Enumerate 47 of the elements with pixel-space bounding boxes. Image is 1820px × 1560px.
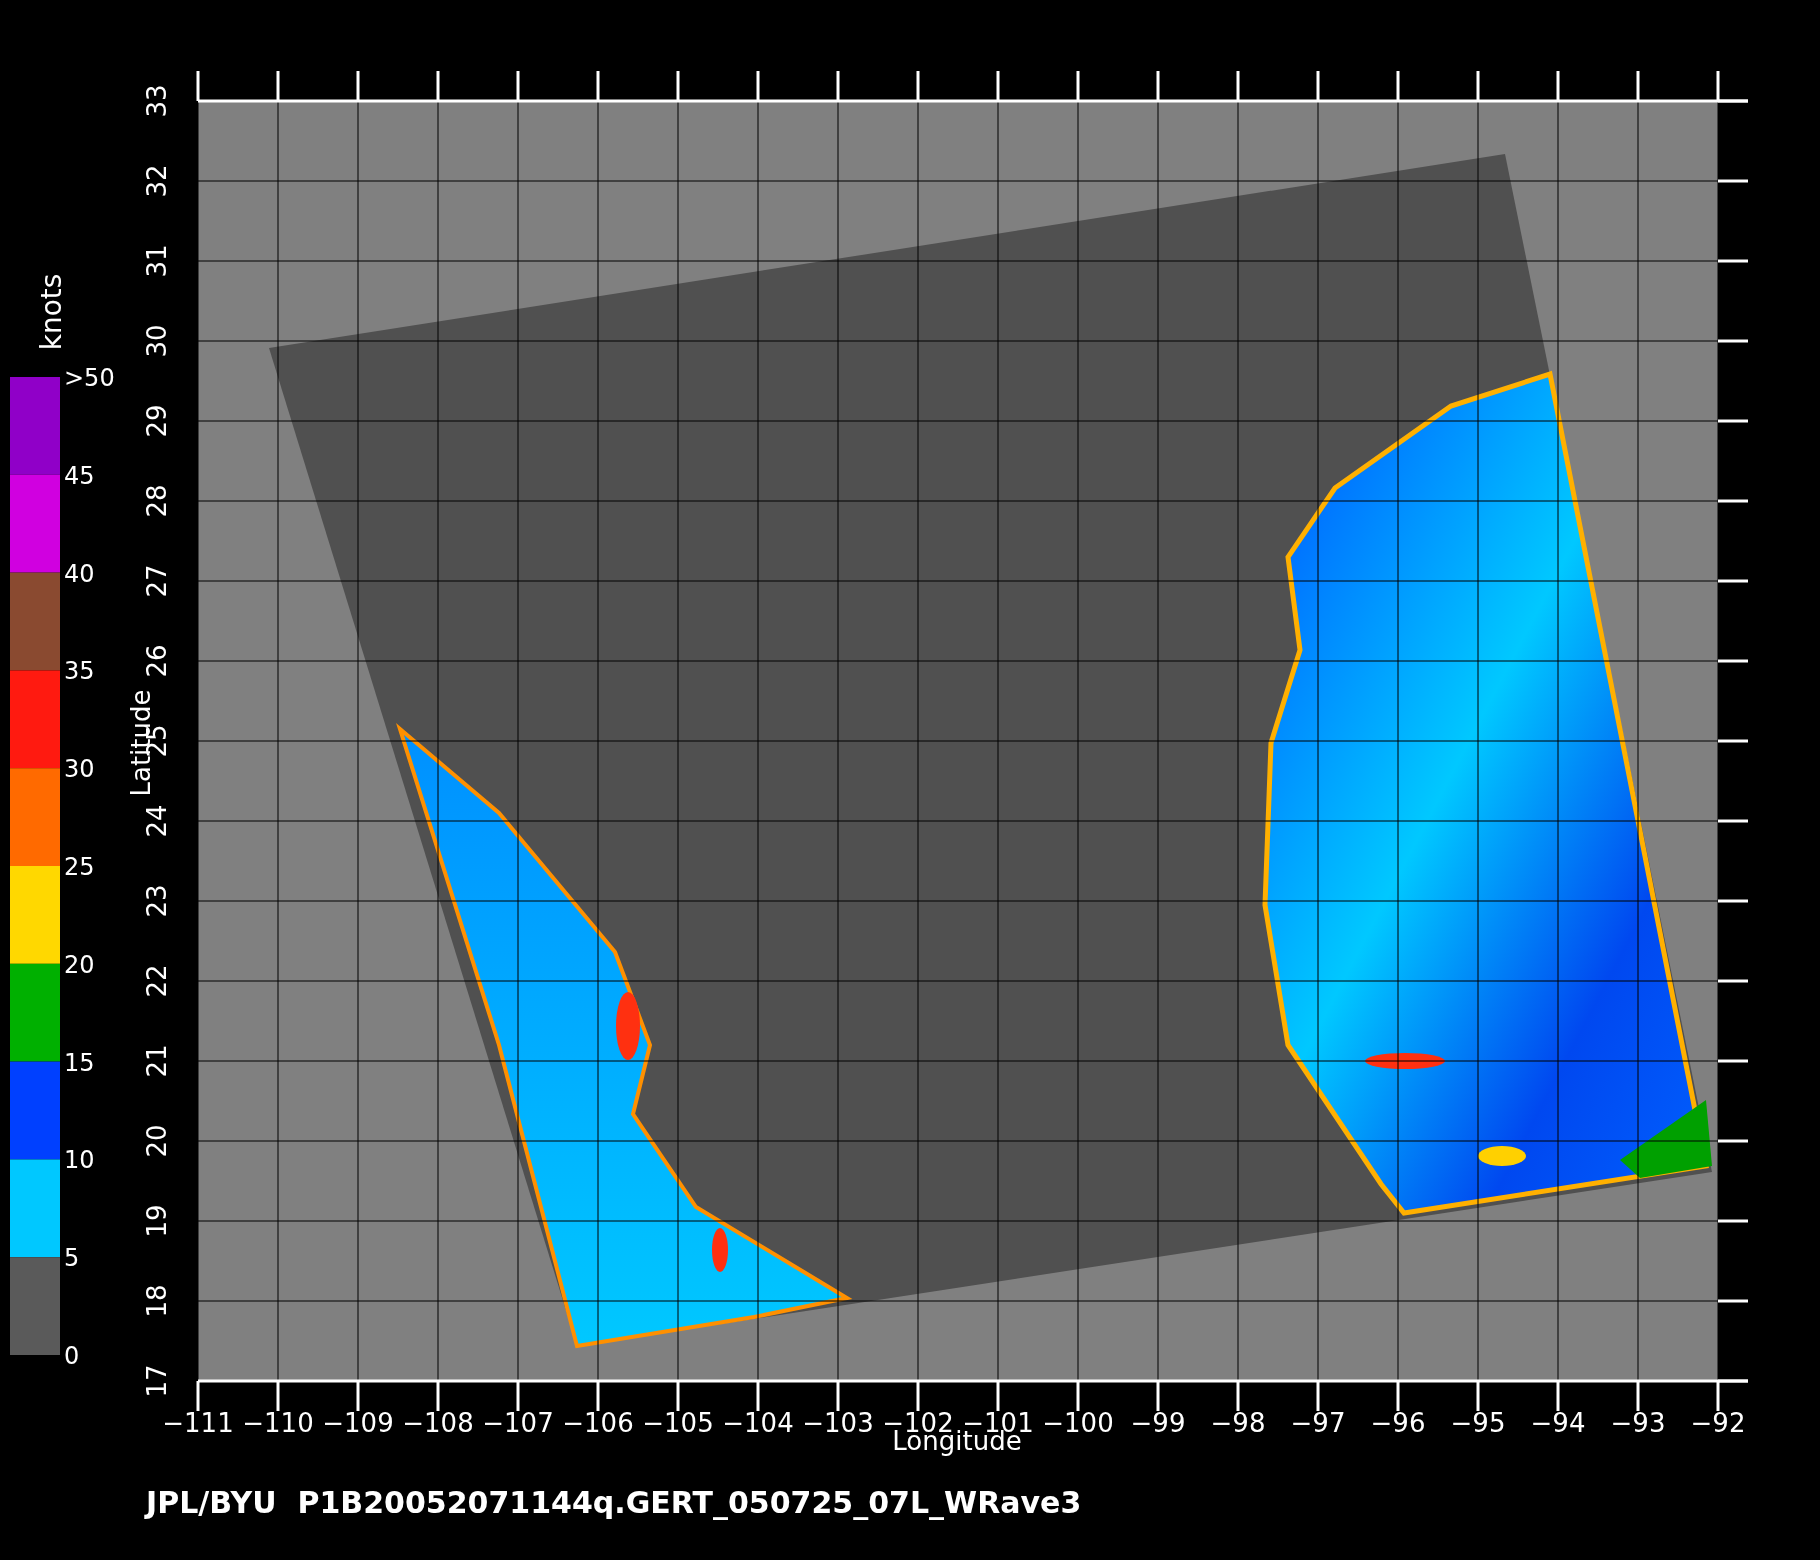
longitude-tick-label: −108 [402, 1408, 474, 1438]
longitude-tick-label: −105 [642, 1408, 714, 1438]
longitude-tick-label: −103 [802, 1408, 874, 1438]
latitude-tick-label: 20 [142, 1124, 172, 1158]
latitude-tick-label: 29 [142, 404, 172, 438]
longitude-tick-label: −107 [482, 1408, 554, 1438]
longitude-tick-label: −94 [1530, 1408, 1586, 1438]
latitude-tick-label: 19 [142, 1204, 172, 1238]
longitude-tick-label: −97 [1290, 1408, 1346, 1438]
latitude-tick-label: 17 [142, 1364, 172, 1398]
colorbar-label: 10 [64, 1146, 95, 1175]
longitude-tick-label: −110 [242, 1408, 314, 1438]
colorbar-label: 45 [64, 461, 95, 490]
colorbar-label: 15 [64, 1048, 95, 1077]
colorbar-label: 40 [64, 559, 95, 588]
latitude-tick-label: 27 [142, 564, 172, 598]
longitude-tick-label: −109 [322, 1408, 394, 1438]
longitude-tick-label: −99 [1130, 1408, 1186, 1438]
latitude-tick-label: 30 [142, 324, 172, 358]
latitude-tick-label: 32 [142, 164, 172, 198]
longitude-tick-label: −106 [562, 1408, 634, 1438]
longitude-tick-label: −100 [1042, 1408, 1114, 1438]
colorbar-label: 25 [64, 853, 95, 881]
colorbar-label: 35 [64, 657, 95, 686]
latitude-tick-label: 28 [142, 484, 172, 518]
longitude-tick-label: −95 [1450, 1408, 1506, 1438]
longitude-tick-label: −111 [162, 1408, 234, 1438]
colorbar-label: >50 [64, 364, 115, 392]
longitude-tick-label: −93 [1610, 1408, 1666, 1438]
colorbar-label: 20 [64, 950, 95, 979]
longitude-tick-label: −104 [722, 1408, 794, 1438]
latitude-tick-label: 33 [142, 84, 172, 118]
caption: JPL/BYU P1B20052071144q.GERT_050725_07L_WRave3 [146, 1485, 1082, 1520]
colorbar-label: 30 [64, 755, 95, 784]
longitude-tick-label: −96 [1370, 1408, 1426, 1438]
latitude-tick-label: 24 [142, 804, 172, 838]
colorbar-label: 5 [64, 1244, 80, 1273]
latitude-tick-label: 18 [142, 1284, 172, 1318]
colorbar-label: 0 [64, 1342, 80, 1370]
latitude-tick-label: 21 [142, 1044, 172, 1078]
longitude-tick-label: −98 [1210, 1408, 1266, 1438]
latitude-tick-label: 23 [142, 884, 172, 918]
latitude-tick-label: 22 [142, 964, 172, 998]
latitude-tick-label: 26 [142, 644, 172, 678]
longitude-tick-label: −92 [1690, 1408, 1746, 1438]
latitude-tick-label: 31 [142, 244, 172, 278]
colorbar-title: knots [35, 273, 68, 351]
